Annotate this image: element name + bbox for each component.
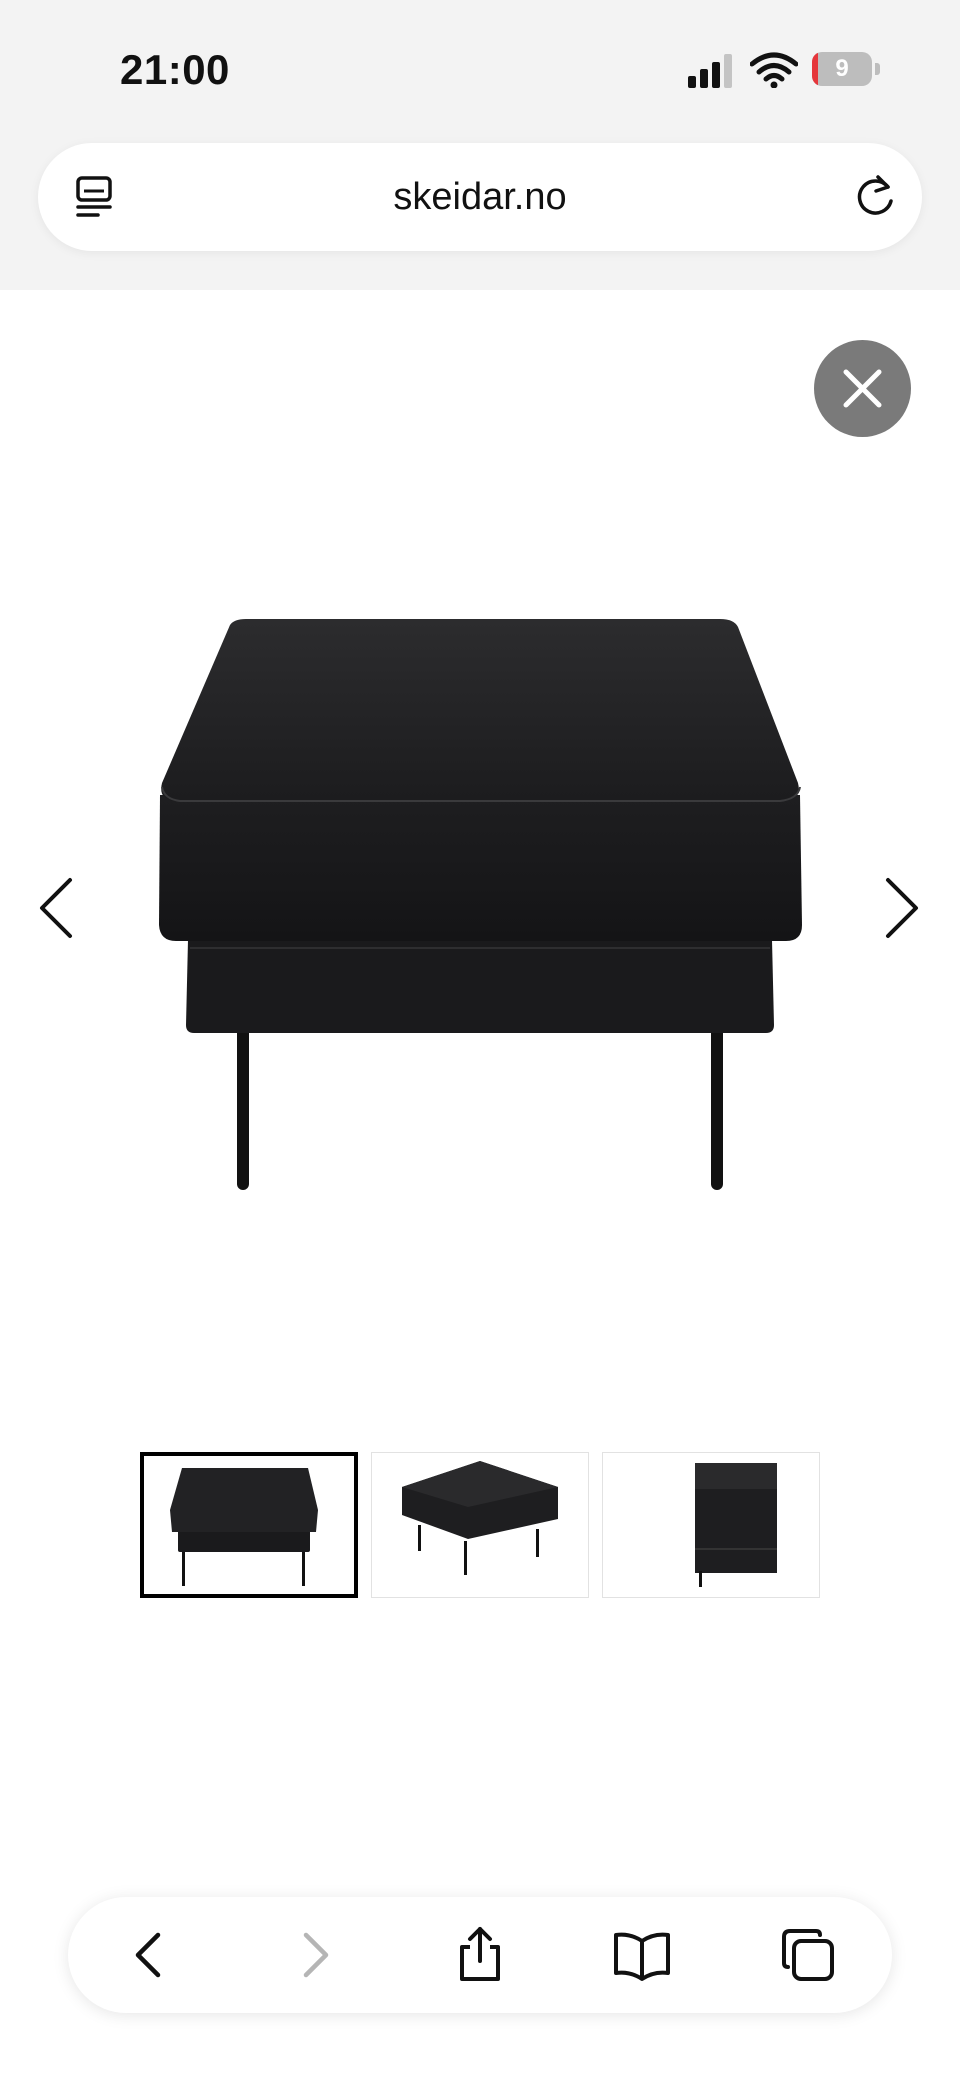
- wifi-icon: [750, 52, 798, 88]
- share-button[interactable]: [450, 1925, 510, 1985]
- battery-icon: 9: [812, 52, 880, 88]
- bookmarks-icon: [614, 1932, 670, 1981]
- share-icon: [460, 1927, 500, 1981]
- reload-icon[interactable]: [852, 173, 898, 219]
- thumbnail-front[interactable]: [140, 1452, 358, 1598]
- status-time: 21:00: [120, 46, 230, 93]
- url-text[interactable]: skeidar.no: [38, 143, 922, 251]
- address-bar[interactable]: skeidar.no: [38, 143, 922, 251]
- thumbnail-strip: [140, 1452, 820, 1598]
- tabs-button[interactable]: [778, 1925, 838, 1985]
- bookmarks-button[interactable]: [612, 1925, 672, 1985]
- product-image-ottoman: [159, 619, 802, 1190]
- signal-icon: [688, 54, 732, 88]
- thumbnail-side-image: [695, 1463, 777, 1587]
- browser-top-chrome: 21:00 9 skeidar.no: [0, 0, 960, 290]
- battery-cap: [875, 63, 880, 75]
- thumbnail-front-image: [170, 1468, 318, 1586]
- thumbnail-angle[interactable]: [371, 1452, 589, 1598]
- close-gallery-button[interactable]: [814, 340, 911, 437]
- tabs-icon: [782, 1929, 834, 1981]
- back-button[interactable]: [120, 1925, 180, 1985]
- back-icon: [135, 1932, 161, 1978]
- forward-button[interactable]: [284, 1925, 344, 1985]
- thumbnail-side[interactable]: [602, 1452, 820, 1598]
- forward-icon: [303, 1932, 329, 1978]
- chevron-right-icon[interactable]: [882, 876, 922, 940]
- thumbnail-angle-image: [402, 1461, 558, 1575]
- battery-level: 9: [835, 55, 849, 82]
- chevron-left-icon[interactable]: [36, 876, 76, 940]
- browser-toolbar: [68, 1897, 892, 2013]
- status-bar: 21:00 9: [0, 0, 960, 140]
- battery-body: 9: [812, 52, 872, 86]
- close-icon: [843, 369, 882, 408]
